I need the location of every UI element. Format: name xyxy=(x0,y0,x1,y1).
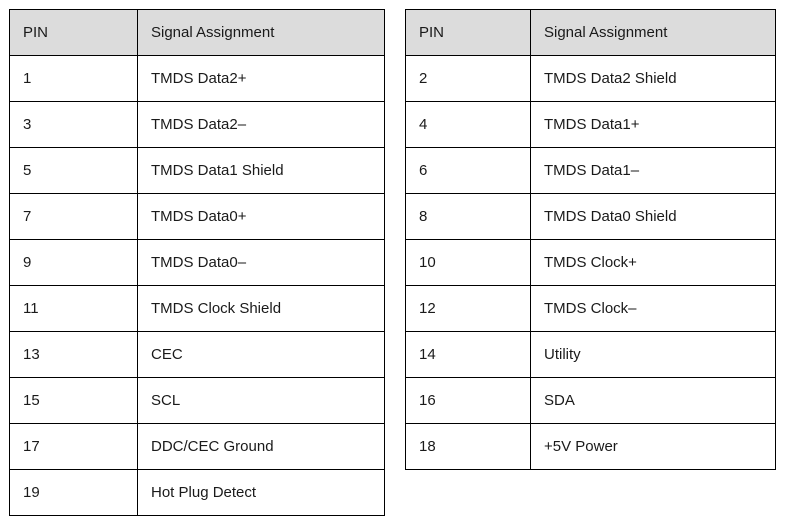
column-header-pin: PIN xyxy=(9,9,138,56)
cell-signal: +5V Power xyxy=(530,423,776,470)
table-row: 1 TMDS Data2+ xyxy=(9,55,385,102)
cell-pin: 14 xyxy=(405,331,531,378)
table-row: 4 TMDS Data1+ xyxy=(405,101,776,148)
table-row: 3 TMDS Data2– xyxy=(9,101,385,148)
cell-pin: 8 xyxy=(405,193,531,240)
table-row: 18 +5V Power xyxy=(405,423,776,470)
cell-pin: 11 xyxy=(9,285,138,332)
table-row: 13 CEC xyxy=(9,331,385,378)
cell-signal: TMDS Data1 Shield xyxy=(137,147,385,194)
pin-table-even: PIN Signal Assignment 2 TMDS Data2 Shiel… xyxy=(405,9,776,470)
column-header-pin: PIN xyxy=(405,9,531,56)
cell-pin: 1 xyxy=(9,55,138,102)
cell-pin: 17 xyxy=(9,423,138,470)
cell-signal: TMDS Data1+ xyxy=(530,101,776,148)
table-row: 6 TMDS Data1– xyxy=(405,147,776,194)
header-row: PIN Signal Assignment xyxy=(405,9,776,56)
cell-pin: 5 xyxy=(9,147,138,194)
header-row: PIN Signal Assignment xyxy=(9,9,385,56)
cell-signal: Utility xyxy=(530,331,776,378)
table-row: 12 TMDS Clock– xyxy=(405,285,776,332)
cell-signal: TMDS Clock+ xyxy=(530,239,776,286)
cell-pin: 16 xyxy=(405,377,531,424)
cell-signal: CEC xyxy=(137,331,385,378)
cell-signal: TMDS Data0+ xyxy=(137,193,385,240)
table-row: 17 DDC/CEC Ground xyxy=(9,423,385,470)
cell-signal: TMDS Data0– xyxy=(137,239,385,286)
table-row: 9 TMDS Data0– xyxy=(9,239,385,286)
table-row: 5 TMDS Data1 Shield xyxy=(9,147,385,194)
cell-pin: 7 xyxy=(9,193,138,240)
cell-pin: 18 xyxy=(405,423,531,470)
cell-signal: TMDS Data2– xyxy=(137,101,385,148)
cell-signal: TMDS Data2 Shield xyxy=(530,55,776,102)
cell-pin: 3 xyxy=(9,101,138,148)
cell-pin: 13 xyxy=(9,331,138,378)
column-header-signal: Signal Assignment xyxy=(137,9,385,56)
cell-signal: TMDS Data0 Shield xyxy=(530,193,776,240)
table-row: 2 TMDS Data2 Shield xyxy=(405,55,776,102)
pin-table-odd: PIN Signal Assignment 1 TMDS Data2+ 3 TM… xyxy=(9,9,385,516)
page-canvas: PIN Signal Assignment 1 TMDS Data2+ 3 TM… xyxy=(0,0,785,527)
cell-signal: Hot Plug Detect xyxy=(137,469,385,516)
cell-pin: 15 xyxy=(9,377,138,424)
cell-pin: 10 xyxy=(405,239,531,286)
cell-pin: 9 xyxy=(9,239,138,286)
cell-signal: TMDS Data2+ xyxy=(137,55,385,102)
cell-signal: SCL xyxy=(137,377,385,424)
cell-pin: 4 xyxy=(405,101,531,148)
cell-pin: 12 xyxy=(405,285,531,332)
cell-pin: 19 xyxy=(9,469,138,516)
table-row: 10 TMDS Clock+ xyxy=(405,239,776,286)
table-row: 16 SDA xyxy=(405,377,776,424)
table-header-even: PIN Signal Assignment xyxy=(405,9,776,56)
cell-signal: DDC/CEC Ground xyxy=(137,423,385,470)
table-row: 8 TMDS Data0 Shield xyxy=(405,193,776,240)
column-header-signal: Signal Assignment xyxy=(530,9,776,56)
table-body-even: 2 TMDS Data2 Shield 4 TMDS Data1+ 6 TMDS… xyxy=(405,55,776,470)
cell-signal: TMDS Data1– xyxy=(530,147,776,194)
table-row: 15 SCL xyxy=(9,377,385,424)
table-row: 19 Hot Plug Detect xyxy=(9,469,385,516)
table-row: 7 TMDS Data0+ xyxy=(9,193,385,240)
cell-signal: TMDS Clock– xyxy=(530,285,776,332)
cell-signal: SDA xyxy=(530,377,776,424)
table-header-odd: PIN Signal Assignment xyxy=(9,9,385,56)
cell-signal: TMDS Clock Shield xyxy=(137,285,385,332)
cell-pin: 2 xyxy=(405,55,531,102)
cell-pin: 6 xyxy=(405,147,531,194)
table-body-odd: 1 TMDS Data2+ 3 TMDS Data2– 5 TMDS Data1… xyxy=(9,55,385,516)
table-row: 14 Utility xyxy=(405,331,776,378)
table-row: 11 TMDS Clock Shield xyxy=(9,285,385,332)
